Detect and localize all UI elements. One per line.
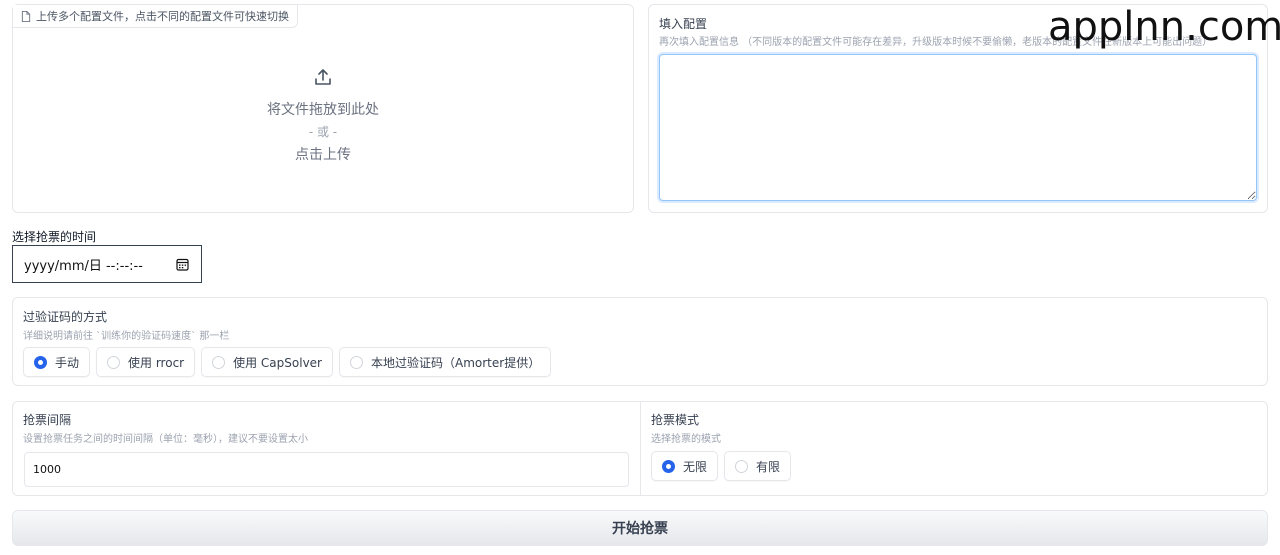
captcha-option-label: 使用 rrocr bbox=[128, 355, 185, 370]
captcha-label: 过验证码的方式 bbox=[23, 310, 108, 324]
upload-tag-text: 上传多个配置文件，点击不同的配置文件可快速切换 bbox=[36, 10, 289, 23]
captcha-option[interactable]: 使用 rrocr bbox=[96, 347, 196, 377]
config-textarea[interactable] bbox=[659, 54, 1257, 201]
captcha-option-label: 本地过验证码（Amorter提供） bbox=[371, 355, 541, 370]
radio-dot-icon[interactable] bbox=[34, 355, 47, 369]
file-upload-panel[interactable]: 上传多个配置文件，点击不同的配置文件可快速切换 将文件拖放到此处 - 或 - 点… bbox=[12, 4, 634, 213]
start-button[interactable]: 开始抢票 bbox=[12, 510, 1268, 546]
captcha-option[interactable]: 本地过验证码（Amorter提供） bbox=[339, 347, 552, 377]
datetime-input[interactable]: yyyy/mm/日 --:--:-- bbox=[12, 245, 202, 283]
mode-option-label: 有限 bbox=[756, 459, 781, 474]
calendar-icon[interactable] bbox=[176, 258, 189, 271]
radio-dot-icon[interactable] bbox=[107, 355, 121, 369]
captcha-option-label: 手动 bbox=[55, 355, 80, 370]
interval-hint: 设置抢票任务之间的时间间隔（单位：毫秒），建议不要设置太小 bbox=[23, 434, 308, 445]
interval-input[interactable] bbox=[24, 452, 629, 487]
file-icon bbox=[21, 10, 31, 22]
captcha-hint: 详细说明请前往 `训练你的验证码速度` 那一栏 bbox=[23, 331, 230, 342]
mode-option[interactable]: 无限 bbox=[651, 451, 719, 481]
radio-dot-icon[interactable] bbox=[662, 459, 675, 473]
upload-tag: 上传多个配置文件，点击不同的配置文件可快速切换 bbox=[13, 5, 298, 28]
interval-mode-panel: 抢票间隔 设置抢票任务之间的时间间隔（单位：毫秒），建议不要设置太小 抢票模式 … bbox=[12, 401, 1268, 496]
interval-section: 抢票间隔 设置抢票任务之间的时间间隔（单位：毫秒），建议不要设置太小 bbox=[13, 402, 641, 495]
captcha-panel: 过验证码的方式 详细说明请前往 `训练你的验证码速度` 那一栏 手动 使用 rro… bbox=[12, 297, 1268, 386]
datetime-placeholder: yyyy/mm/日 --:--:-- bbox=[24, 258, 143, 274]
config-label: 填入配置 bbox=[659, 17, 708, 31]
upload-icon bbox=[315, 69, 331, 85]
date-label: 选择抢票的时间 bbox=[12, 230, 97, 244]
drop-zone[interactable]: 将文件拖放到此处 - 或 - 点击上传 bbox=[13, 67, 633, 164]
click-upload-text[interactable]: 点击上传 bbox=[13, 144, 633, 164]
captcha-radio-group: 手动 使用 rrocr 使用 CapSolver 本地过验证码（Amorter提供） bbox=[23, 347, 552, 377]
captcha-option-label: 使用 CapSolver bbox=[233, 355, 322, 370]
mode-section: 抢票模式 选择抢票的模式 无限 有限 bbox=[641, 402, 1267, 495]
mode-hint: 选择抢票的模式 bbox=[651, 434, 721, 445]
radio-dot-icon[interactable] bbox=[350, 355, 363, 369]
watermark: applnn.com bbox=[1048, 4, 1280, 50]
radio-dot-icon[interactable] bbox=[212, 355, 226, 369]
mode-option[interactable]: 有限 bbox=[724, 451, 792, 481]
drop-or-text: - 或 - bbox=[308, 125, 338, 139]
drop-text: 将文件拖放到此处 bbox=[267, 102, 379, 118]
mode-radio-group: 无限 有限 bbox=[651, 451, 792, 481]
mode-label: 抢票模式 bbox=[651, 413, 700, 427]
captcha-option[interactable]: 使用 CapSolver bbox=[201, 347, 333, 377]
interval-label: 抢票间隔 bbox=[23, 413, 72, 427]
captcha-option[interactable]: 手动 bbox=[23, 347, 91, 377]
mode-option-label: 无限 bbox=[683, 459, 708, 474]
radio-dot-icon[interactable] bbox=[735, 459, 749, 473]
